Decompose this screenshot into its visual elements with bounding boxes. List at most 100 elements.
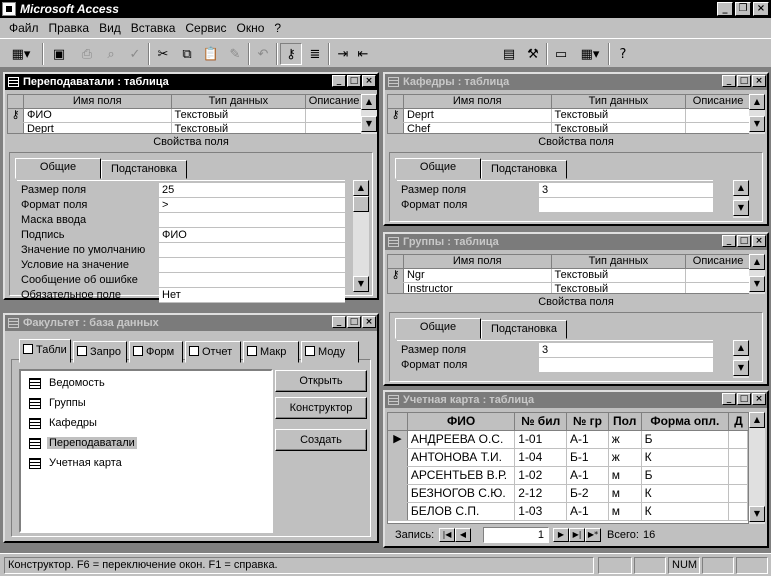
field-type[interactable]: Текстовый: [172, 109, 307, 122]
col-header[interactable]: Пол: [609, 413, 642, 430]
design-button[interactable]: Конструктор: [275, 397, 367, 419]
menu-tools[interactable]: Сервис: [180, 21, 231, 35]
scroll-down-icon[interactable]: ▼: [749, 506, 765, 522]
cell[interactable]: ж: [609, 431, 642, 448]
insert-rows-icon[interactable]: ⇥: [332, 43, 354, 65]
maximize-icon[interactable]: □: [737, 75, 751, 87]
cell[interactable]: БЕЗНОГОВ С.Ю.: [408, 485, 516, 502]
print-icon[interactable]: ⎙: [76, 43, 98, 65]
field-type[interactable]: Текстовый: [552, 109, 687, 122]
scroll-down-icon[interactable]: ▼: [733, 200, 749, 216]
restore-icon[interactable]: ❐: [735, 2, 751, 16]
list-item[interactable]: Группы: [29, 395, 88, 411]
properties-scrollbar[interactable]: ▲ ▼: [733, 180, 749, 218]
scroll-down-icon[interactable]: ▼: [361, 116, 377, 132]
field-name[interactable]: Chef: [404, 123, 552, 133]
paste-icon[interactable]: 📋: [200, 43, 222, 65]
table-row[interactable]: БЕЗНОГОВ С.Ю. 2-12 Б-2 м К: [388, 485, 748, 503]
scroll-up-icon[interactable]: ▲: [749, 94, 765, 110]
maximize-icon[interactable]: □: [737, 393, 751, 405]
table-row[interactable]: АРСЕНТЬЕВ В.Р. 1-02 А-1 м Б: [388, 467, 748, 485]
prev-record-icon[interactable]: ◀: [455, 528, 471, 542]
field-name[interactable]: ФИО: [24, 109, 172, 122]
new-object-icon[interactable]: ▦▾: [574, 43, 606, 65]
cell[interactable]: БЕЛОВ С.П.: [408, 503, 516, 520]
list-item[interactable]: Переподаватали: [29, 435, 137, 451]
cell[interactable]: АНДРЕЕВА О.С.: [408, 431, 516, 448]
tab-general[interactable]: Общие: [395, 318, 481, 339]
create-button[interactable]: Создать: [275, 429, 367, 451]
minimize-icon[interactable]: _: [332, 316, 346, 328]
primary-key-icon[interactable]: ⚷: [280, 43, 302, 65]
col-header[interactable]: № бил: [515, 413, 568, 430]
prop-value[interactable]: 3: [539, 343, 713, 358]
tab-modules[interactable]: Моду: [301, 341, 359, 363]
scroll-down-icon[interactable]: ▼: [733, 360, 749, 376]
tab-lookup[interactable]: Подстановка: [481, 320, 567, 339]
close-icon[interactable]: ×: [752, 235, 766, 247]
scroll-down-icon[interactable]: ▼: [749, 276, 765, 292]
save-icon[interactable]: ▣: [48, 43, 70, 65]
field-type[interactable]: Текстовый: [172, 123, 307, 133]
prop-value[interactable]: Нет: [159, 288, 345, 303]
prop-value[interactable]: [159, 243, 345, 258]
prop-value[interactable]: [159, 213, 345, 228]
cell[interactable]: Б: [642, 467, 730, 484]
scroll-up-icon[interactable]: ▲: [361, 94, 377, 110]
col-header[interactable]: № гр: [567, 413, 609, 430]
field-name[interactable]: Instructor: [404, 283, 552, 293]
table-row[interactable]: Chef Текстовый: [388, 123, 750, 133]
cell[interactable]: 2-12: [515, 485, 567, 502]
table-row[interactable]: ⚷ ФИО Текстовый: [8, 109, 362, 123]
field-name[interactable]: Deprt: [404, 109, 552, 122]
minimize-icon[interactable]: _: [722, 393, 736, 405]
tab-tables[interactable]: Табли: [19, 339, 71, 363]
cell[interactable]: АНТОНОВА Т.И.: [408, 449, 516, 466]
cell[interactable]: 1-04: [515, 449, 567, 466]
tab-lookup[interactable]: Подстановка: [101, 160, 187, 179]
cell[interactable]: К: [642, 485, 730, 502]
cell[interactable]: К: [642, 449, 730, 466]
tab-macros[interactable]: Макр: [243, 341, 299, 363]
properties-scrollbar[interactable]: ▲ ▼: [733, 340, 749, 378]
cell[interactable]: 1-01: [515, 431, 567, 448]
prop-value[interactable]: [539, 358, 713, 373]
menu-insert[interactable]: Вставка: [126, 21, 181, 35]
maximize-icon[interactable]: □: [737, 235, 751, 247]
table-row[interactable]: АНТОНОВА Т.И. 1-04 Б-1 ж К: [388, 449, 748, 467]
scroll-down-icon[interactable]: ▼: [749, 116, 765, 132]
cell[interactable]: АРСЕНТЬЕВ В.Р.: [408, 467, 516, 484]
menu-edit[interactable]: Правка: [44, 21, 95, 35]
build-icon[interactable]: ⚒: [522, 43, 544, 65]
list-item[interactable]: Кафедры: [29, 415, 99, 431]
menu-help[interactable]: ?: [269, 21, 286, 35]
record-number-input[interactable]: 1: [483, 527, 549, 543]
prop-value[interactable]: 3: [539, 183, 713, 198]
view-dropdown-icon[interactable]: ▦▾: [4, 43, 38, 65]
properties-icon[interactable]: ▤: [498, 43, 520, 65]
close-icon[interactable]: ×: [752, 393, 766, 405]
cell[interactable]: м: [609, 503, 642, 520]
spelling-icon[interactable]: ✓: [124, 43, 146, 65]
minimize-icon[interactable]: _: [717, 2, 733, 16]
close-icon[interactable]: ×: [752, 75, 766, 87]
list-item[interactable]: Ведомость: [29, 375, 107, 391]
field-type[interactable]: Текстовый: [552, 123, 687, 133]
cell[interactable]: 1-02: [515, 467, 567, 484]
cell[interactable]: м: [609, 485, 642, 502]
table-row[interactable]: ⚷ Ngr Текстовый: [388, 269, 750, 283]
field-name[interactable]: Deprt: [24, 123, 172, 133]
format-painter-icon[interactable]: ✎: [224, 43, 246, 65]
cell[interactable]: Б: [642, 431, 730, 448]
minimize-icon[interactable]: _: [722, 75, 736, 87]
print-preview-icon[interactable]: ⌕: [100, 43, 122, 65]
tab-queries[interactable]: Запро: [73, 341, 127, 363]
scroll-up-icon[interactable]: ▲: [749, 412, 765, 428]
undo-icon[interactable]: ↶: [252, 43, 274, 65]
prop-value[interactable]: ФИО: [159, 228, 345, 243]
scroll-up-icon[interactable]: ▲: [749, 254, 765, 270]
field-type[interactable]: Текстовый: [552, 283, 687, 293]
copy-icon[interactable]: ⧉: [176, 43, 198, 65]
new-record-icon[interactable]: ▶*: [585, 528, 601, 542]
cell[interactable]: А-1: [567, 503, 609, 520]
